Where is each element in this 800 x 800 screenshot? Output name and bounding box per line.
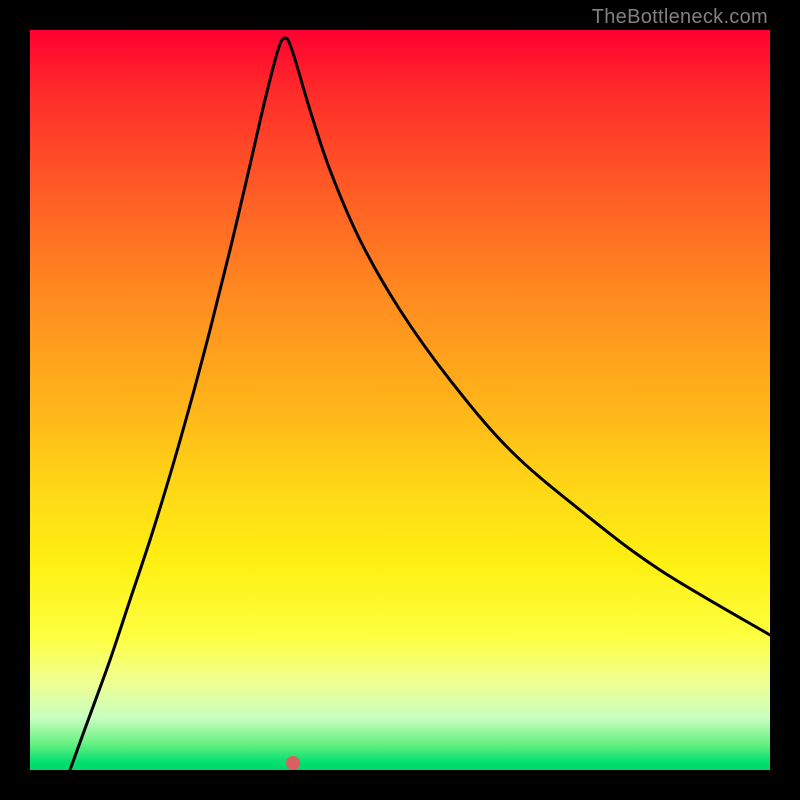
watermark-text: TheBottleneck.com — [592, 6, 768, 29]
plot-area — [30, 30, 770, 770]
bottleneck-curve-path — [70, 38, 770, 770]
chart-container: TheBottleneck.com — [0, 0, 800, 800]
minimum-marker-dot — [286, 756, 300, 770]
curve-svg — [30, 30, 770, 770]
